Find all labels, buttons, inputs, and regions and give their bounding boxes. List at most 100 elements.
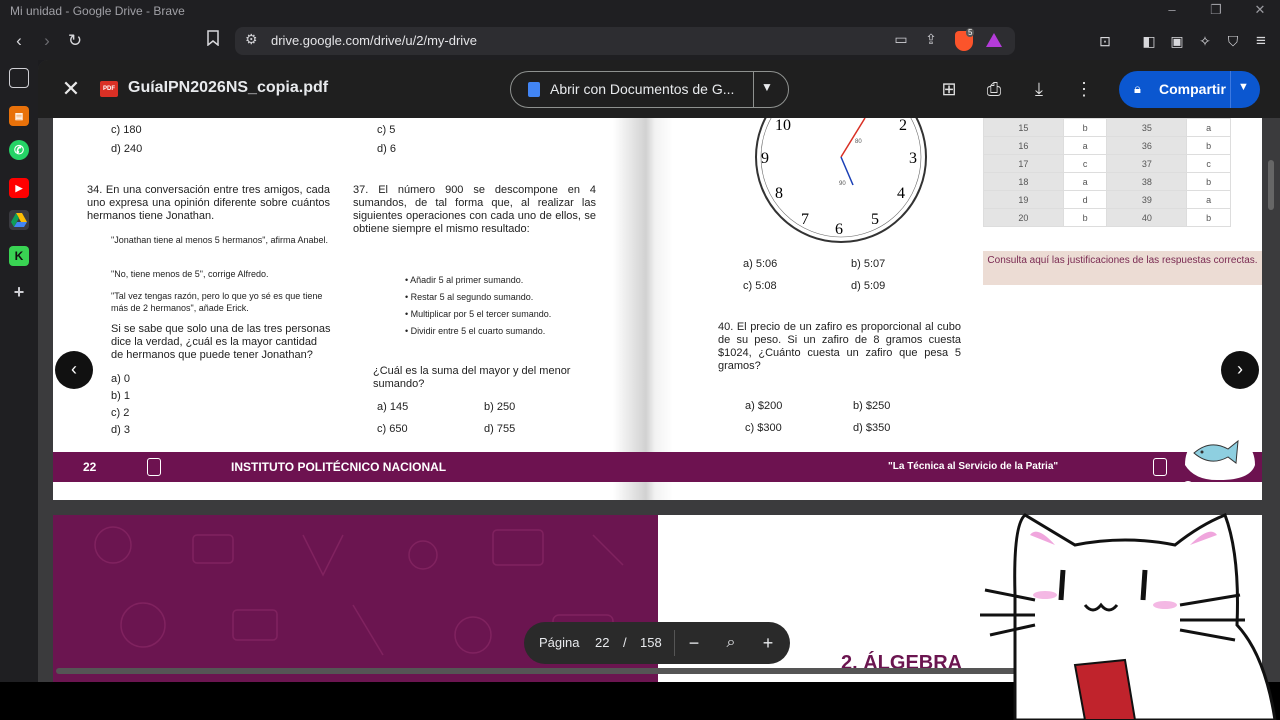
answer-key-cell: c [1062,154,1108,173]
minimize-button[interactable]: – [1150,0,1194,22]
download-icon[interactable]: ⤓ [1026,77,1052,101]
ipn-crest-icon [147,458,161,476]
prev-option-c2: c) 5 [377,124,396,136]
clock-num-2: 2 [899,118,907,134]
menu-icon[interactable]: ≡ [1248,28,1274,54]
pdf-page-spread: c) 180 d) 240 c) 5 d) 6 34. En una conve… [53,118,1262,500]
prev-option-d: d) 240 [111,143,143,155]
answer-key-cell: 17 [983,154,1064,173]
answer-key-cell: b [1186,136,1231,155]
close-viewer-button[interactable]: ✕ [58,76,84,102]
sidebar-news-icon[interactable]: ▤ [9,106,29,126]
minus-icon: − [688,633,700,653]
viewer-header: ✕ PDF GuíaIPN2026NS_copia.pdf Abrir con … [38,60,1280,118]
sidebar-panel-icon[interactable] [9,68,29,88]
chevron-right-icon: › [1237,359,1243,379]
q34-option-a: a) 0 [111,373,130,385]
cast-icon[interactable]: ▭ [890,31,912,51]
back-icon: ‹ [16,31,22,50]
reload-button[interactable]: ↻ [62,28,88,54]
browser-window: Mi unidad - Google Drive - Brave – ❐ ✕ ‹… [0,0,1280,720]
share-button[interactable]: 🔒︎ Compartir ▼ [1119,71,1260,108]
q34-option-d: d) 3 [111,424,130,436]
q37-question: ¿Cuál es la suma del mayor y del menor s… [373,365,571,390]
q37-bullet-1: • Añadir 5 al primer sumando. [405,275,524,285]
forward-button[interactable]: › [34,28,60,54]
answer-key-cell: a [1186,118,1231,137]
maximize-button[interactable]: ❐ [1194,0,1238,22]
share-page-icon[interactable]: ⇪ [920,31,942,51]
current-page-input[interactable]: 22 [595,635,609,650]
sidebar-drive-icon[interactable] [9,210,29,230]
sidebar-whatsapp-icon[interactable]: ✆ [9,140,29,160]
zoom-in-button[interactable]: + [755,630,781,656]
title-bar: Mi unidad - Google Drive - Brave – ❐ ✕ [0,0,1280,22]
q34-option-c: c) 2 [111,407,130,419]
q40-option-c: c) $300 [745,422,782,434]
answer-key-cell: 16 [983,136,1064,155]
clock-num-6: 6 [835,221,843,238]
back-button[interactable]: ‹ [6,28,32,54]
close-window-button[interactable]: ✕ [1238,0,1280,22]
q40-stem: 40. El precio de un zafiro es proporcion… [718,321,961,372]
answer-key-cell: 39 [1106,190,1188,209]
open-with-dropdown-icon[interactable]: ▼ [761,80,773,94]
page-separator: / [623,635,627,650]
share-divider [1230,71,1231,108]
url-text[interactable]: drive.google.com/drive/u/2/my-drive [271,33,477,48]
browser-toolbar: ‹ › ↻ ⚙ drive.google.com/drive/u/2/my-dr… [0,22,1280,60]
prev-page-button[interactable]: ‹ [55,351,93,389]
footer-motto: "La Técnica al Servicio de la Patria" [888,461,1059,472]
clock-num-10: 10 [775,118,791,134]
page-controls-divider [674,630,675,656]
answer-key-cell: 38 [1106,172,1188,191]
zoom-out-button[interactable]: − [681,630,707,656]
shields-count-badge: 5 [966,28,975,37]
sidebar-add-icon[interactable]: + [9,282,29,302]
clock-num-9: 9 [761,150,769,167]
wallet-icon[interactable]: ▣ [1164,28,1190,54]
next-page-button[interactable]: › [1221,351,1259,389]
plus-icon: + [762,633,774,653]
q34-stem: 34. En una conversación entre tres amigo… [87,184,330,222]
open-with-label: Abrir con Documentos de G... [550,81,735,97]
answer-key-cell: 35 [1106,118,1188,137]
justifications-link[interactable]: Consulta aquí las justificaciones de las… [983,251,1262,285]
total-pages: 158 [640,635,662,650]
sidebar-toggle-icon[interactable]: ◧ [1136,28,1162,54]
prev-option-d2: d) 6 [377,143,396,155]
more-options-icon[interactable]: ⋮ [1071,77,1097,101]
page-gutter-shadow [613,118,673,500]
page-footer-band: 22 INSTITUTO POLITÉCNICO NACIONAL "La Té… [53,452,1262,482]
screenshot-icon[interactable]: ⊡ [1092,28,1118,54]
sidebar-k-app-icon[interactable]: K [9,246,29,266]
clock-angle-80: 80 [855,139,862,145]
sidebar-rail: ▤ ✆ ▶ K + [0,60,38,682]
answer-key-cell: b [1062,208,1108,227]
q37-option-b: b) 250 [484,401,516,413]
share-dropdown-icon[interactable]: ▼ [1238,81,1249,93]
brave-rewards-icon[interactable] [986,33,1002,47]
add-comment-icon[interactable]: ⊞ [936,77,962,101]
bookmark-button[interactable] [200,28,226,54]
answer-key-cell: b [1186,172,1231,191]
q34-statement-3: "Tal vez tengas razón, pero lo que yo sé… [111,291,323,313]
file-name: GuíaIPN2026NS_copia.pdf [128,79,329,96]
vertical-scrollbar[interactable] [1268,160,1274,210]
clock-num-7: 7 [801,211,809,228]
vpn-icon[interactable]: ⛉ [1220,28,1246,54]
answer-key-row: 17 c 37 c [983,154,1231,173]
print-icon[interactable]: ⎙ [981,77,1007,101]
address-bar[interactable]: ⚙ drive.google.com/drive/u/2/my-drive ▭ … [235,27,1015,55]
answer-key-row: 16 a 36 b [983,136,1231,155]
q37-option-d: d) 755 [484,423,516,435]
open-with-docs-button[interactable]: Abrir con Documentos de G... ▼ [510,71,789,108]
site-settings-icon[interactable]: ⚙ [245,31,258,48]
q37-option-a: a) 145 [377,401,409,413]
extensions-icon[interactable]: ✧ [1192,28,1218,54]
answer-key-cell: a [1062,172,1108,191]
brave-shields-icon[interactable]: 5 [955,28,975,51]
answer-key-cell: a [1186,190,1231,209]
zoom-reset-button[interactable]: ⌕ [718,630,744,656]
sidebar-youtube-icon[interactable]: ▶ [9,178,29,198]
